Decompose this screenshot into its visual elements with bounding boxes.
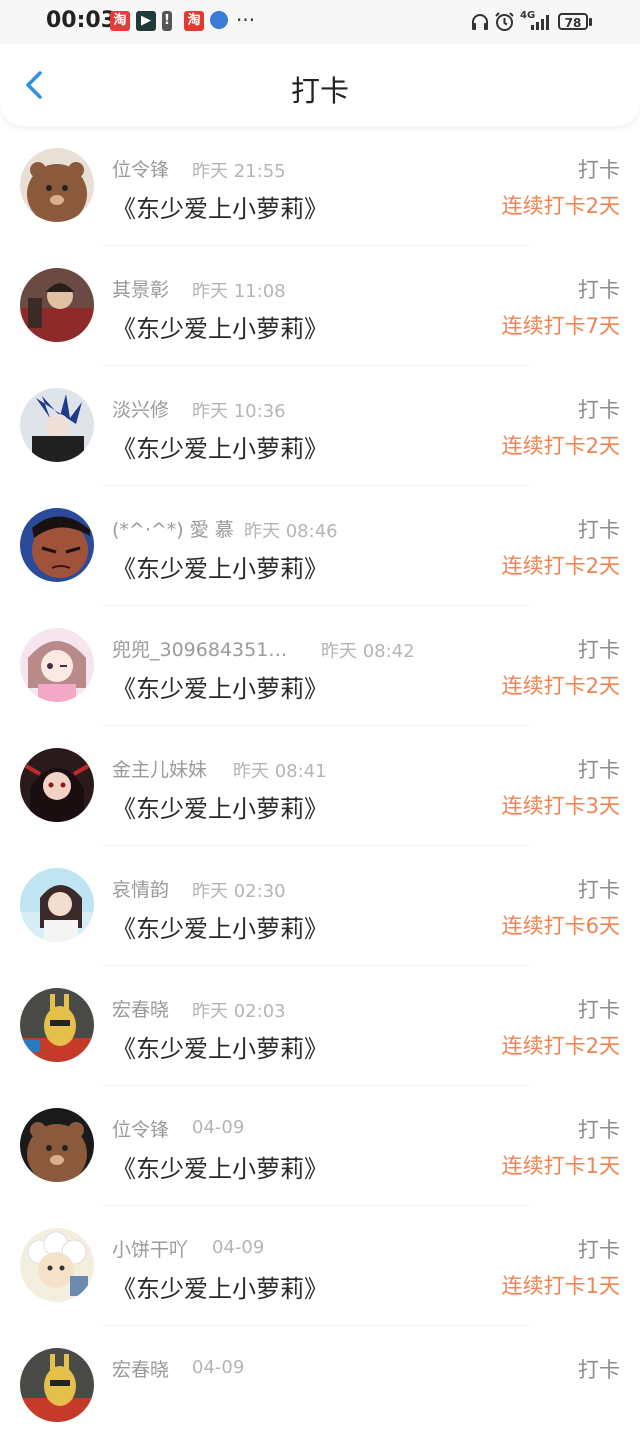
streak-label: 连续打卡6天 bbox=[501, 914, 620, 938]
user-avatar[interactable] bbox=[20, 628, 94, 702]
battery-level: 78 bbox=[564, 16, 582, 30]
alarm-icon bbox=[495, 12, 514, 31]
checkin-label: 打卡 bbox=[578, 398, 620, 422]
book-title[interactable]: 《东少爱上小萝莉》 bbox=[112, 909, 328, 944]
checkin-time: 昨天 21:55 bbox=[192, 161, 286, 182]
page-header: 打卡 bbox=[0, 44, 640, 126]
app-notification-icon: ▶ bbox=[136, 11, 156, 31]
checkin-time: 昨天 08:46 bbox=[244, 521, 338, 542]
user-name[interactable]: 位令锋 bbox=[112, 155, 169, 182]
checkin-label: 打卡 bbox=[578, 278, 620, 302]
user-name[interactable]: 其景彰 bbox=[112, 275, 169, 302]
book-title[interactable]: 《东少爱上小萝莉》 bbox=[112, 429, 328, 464]
user-name[interactable]: 兜兜_309684351… bbox=[112, 635, 287, 662]
book-title[interactable]: 《东少爱上小萝莉》 bbox=[112, 309, 328, 344]
streak-label: 连续打卡2天 bbox=[501, 194, 620, 218]
more-notifications-icon: ··· bbox=[236, 8, 256, 32]
user-avatar[interactable] bbox=[20, 1348, 94, 1422]
page-title: 打卡 bbox=[290, 74, 349, 108]
book-title[interactable]: 《东少爱上小萝莉》 bbox=[112, 189, 328, 224]
checkin-row[interactable]: 其景彰 昨天 11:08 《东少爱上小萝莉》 打卡 连续打卡7天 bbox=[0, 246, 640, 366]
checkin-row[interactable]: 宏春晓 昨天 02:03 《东少爱上小萝莉》 打卡 连续打卡2天 bbox=[0, 966, 640, 1086]
checkin-label: 打卡 bbox=[578, 758, 620, 782]
checkin-label: 打卡 bbox=[578, 878, 620, 902]
checkin-row[interactable]: 小饼干吖 04-09 《东少爱上小萝莉》 打卡 连续打卡1天 bbox=[0, 1206, 640, 1326]
book-title[interactable]: 《东少爱上小萝莉》 bbox=[112, 789, 328, 824]
streak-label: 连续打卡7天 bbox=[501, 314, 620, 338]
user-name[interactable]: 宏春晓 bbox=[112, 995, 169, 1022]
checkin-time: 昨天 02:30 bbox=[192, 881, 286, 902]
checkin-time: 04-09 bbox=[192, 1117, 245, 1138]
streak-label: 连续打卡2天 bbox=[501, 434, 620, 458]
user-avatar[interactable] bbox=[20, 988, 94, 1062]
streak-label: 连续打卡3天 bbox=[501, 794, 620, 818]
book-title[interactable]: 《东少爱上小萝莉》 bbox=[112, 1269, 328, 1304]
streak-label: 连续打卡2天 bbox=[501, 554, 620, 578]
checkin-time: 昨天 11:08 bbox=[192, 281, 286, 302]
battery-indicator: 78 bbox=[558, 13, 588, 30]
checkin-row[interactable]: 位令锋 昨天 21:55 《东少爱上小萝莉》 打卡 连续打卡2天 bbox=[0, 126, 640, 246]
user-name[interactable]: 淡兴修 bbox=[112, 395, 169, 422]
checkin-list: 位令锋 昨天 21:55 《东少爱上小萝莉》 打卡 连续打卡2天 其景彰 昨天 … bbox=[0, 126, 640, 1446]
status-bar: 00:03 淘 ▶ ! 淘 ··· 4G 78 bbox=[0, 0, 640, 44]
signal-icon bbox=[531, 15, 549, 30]
checkin-time: 04-09 bbox=[212, 1237, 265, 1258]
book-title[interactable]: 《东少爱上小萝莉》 bbox=[112, 669, 328, 704]
taobao-notification-icon-2: 淘 bbox=[184, 11, 204, 31]
user-name[interactable]: 宏春晓 bbox=[112, 1355, 169, 1382]
checkin-label: 打卡 bbox=[578, 998, 620, 1022]
user-name[interactable]: 金主儿妹妹 bbox=[112, 755, 207, 782]
streak-label: 连续打卡1天 bbox=[501, 1274, 620, 1298]
user-avatar[interactable] bbox=[20, 388, 94, 462]
book-title[interactable]: 《东少爱上小萝莉》 bbox=[112, 549, 328, 584]
checkin-label: 打卡 bbox=[578, 1358, 620, 1382]
taobao-notification-icon: 淘 bbox=[110, 11, 130, 31]
checkin-time: 昨天 02:03 bbox=[192, 1001, 286, 1022]
streak-label: 连续打卡2天 bbox=[501, 1034, 620, 1058]
checkin-row[interactable]: 淡兴修 昨天 10:36 《东少爱上小萝莉》 打卡 连续打卡2天 bbox=[0, 366, 640, 486]
streak-label: 连续打卡1天 bbox=[501, 1154, 620, 1178]
checkin-label: 打卡 bbox=[578, 1238, 620, 1262]
user-name[interactable]: (*^·^*) 愛 慕 bbox=[112, 515, 234, 542]
user-name[interactable]: 哀情韵 bbox=[112, 875, 169, 902]
status-time: 00:03 bbox=[46, 8, 117, 33]
user-name[interactable]: 位令锋 bbox=[112, 1115, 169, 1142]
alert-notification-icon: ! bbox=[162, 11, 172, 31]
checkin-label: 打卡 bbox=[578, 638, 620, 662]
streak-label: 连续打卡2天 bbox=[501, 674, 620, 698]
checkin-time: 04-09 bbox=[192, 1357, 245, 1378]
checkin-row[interactable]: 宏春晓 04-09 打卡 bbox=[0, 1326, 640, 1446]
user-avatar[interactable] bbox=[20, 1108, 94, 1182]
user-avatar[interactable] bbox=[20, 1228, 94, 1302]
checkin-time: 昨天 10:36 bbox=[192, 401, 286, 422]
checkin-label: 打卡 bbox=[578, 158, 620, 182]
checkin-time: 昨天 08:41 bbox=[233, 761, 327, 782]
browser-notification-icon bbox=[210, 11, 228, 29]
user-avatar[interactable] bbox=[20, 268, 94, 342]
user-avatar[interactable] bbox=[20, 148, 94, 222]
user-avatar[interactable] bbox=[20, 748, 94, 822]
book-title[interactable]: 《东少爱上小萝莉》 bbox=[112, 1029, 328, 1064]
checkin-row[interactable]: 兜兜_309684351… 昨天 08:42 《东少爱上小萝莉》 打卡 连续打卡… bbox=[0, 606, 640, 726]
checkin-row[interactable]: 金主儿妹妹 昨天 08:41 《东少爱上小萝莉》 打卡 连续打卡3天 bbox=[0, 726, 640, 846]
checkin-time: 昨天 08:42 bbox=[321, 641, 415, 662]
headphones-icon bbox=[472, 14, 488, 30]
user-avatar[interactable] bbox=[20, 868, 94, 942]
checkin-label: 打卡 bbox=[578, 518, 620, 542]
battery-tip-icon bbox=[589, 18, 592, 26]
checkin-label: 打卡 bbox=[578, 1118, 620, 1142]
checkin-row[interactable]: 位令锋 04-09 《东少爱上小萝莉》 打卡 连续打卡1天 bbox=[0, 1086, 640, 1206]
user-name[interactable]: 小饼干吖 bbox=[112, 1235, 188, 1262]
checkin-row[interactable]: 哀情韵 昨天 02:30 《东少爱上小萝莉》 打卡 连续打卡6天 bbox=[0, 846, 640, 966]
book-title[interactable]: 《东少爱上小萝莉》 bbox=[112, 1149, 328, 1184]
user-avatar[interactable] bbox=[20, 508, 94, 582]
checkin-row[interactable]: (*^·^*) 愛 慕 昨天 08:46 《东少爱上小萝莉》 打卡 连续打卡2天 bbox=[0, 486, 640, 606]
